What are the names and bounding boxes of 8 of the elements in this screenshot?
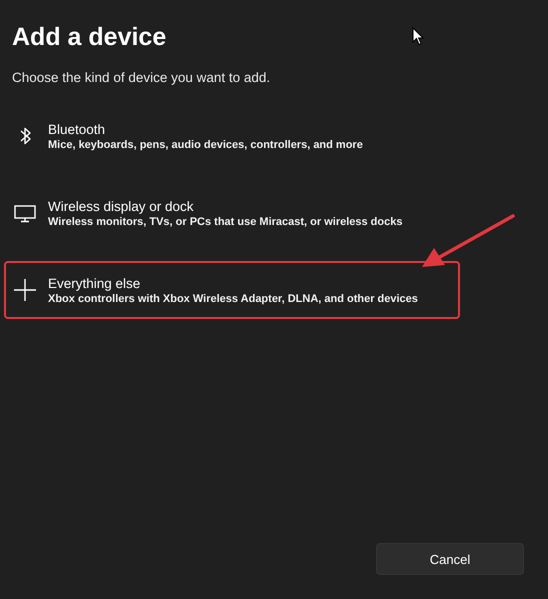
- mouse-pointer-icon: [412, 27, 424, 46]
- dialog-title: Add a device: [12, 22, 166, 53]
- device-option[interactable]: Everything else Xbox controllers with Xbox Wireless Adapter, DLNA, and other devices: [4, 261, 460, 319]
- plus-icon: [14, 279, 36, 301]
- dialog-subtitle: Choose the kind of device you want to add.: [12, 70, 270, 85]
- device-option[interactable]: Bluetooth Mice, keyboards, pens, audio devices, controllers, and more: [4, 107, 460, 165]
- device-option[interactable]: Wireless display or dock Wireless monitors, TVs, or PCs that use Miracast, or wireless docks: [4, 184, 460, 242]
- cancel-button[interactable]: Cancel: [376, 543, 524, 575]
